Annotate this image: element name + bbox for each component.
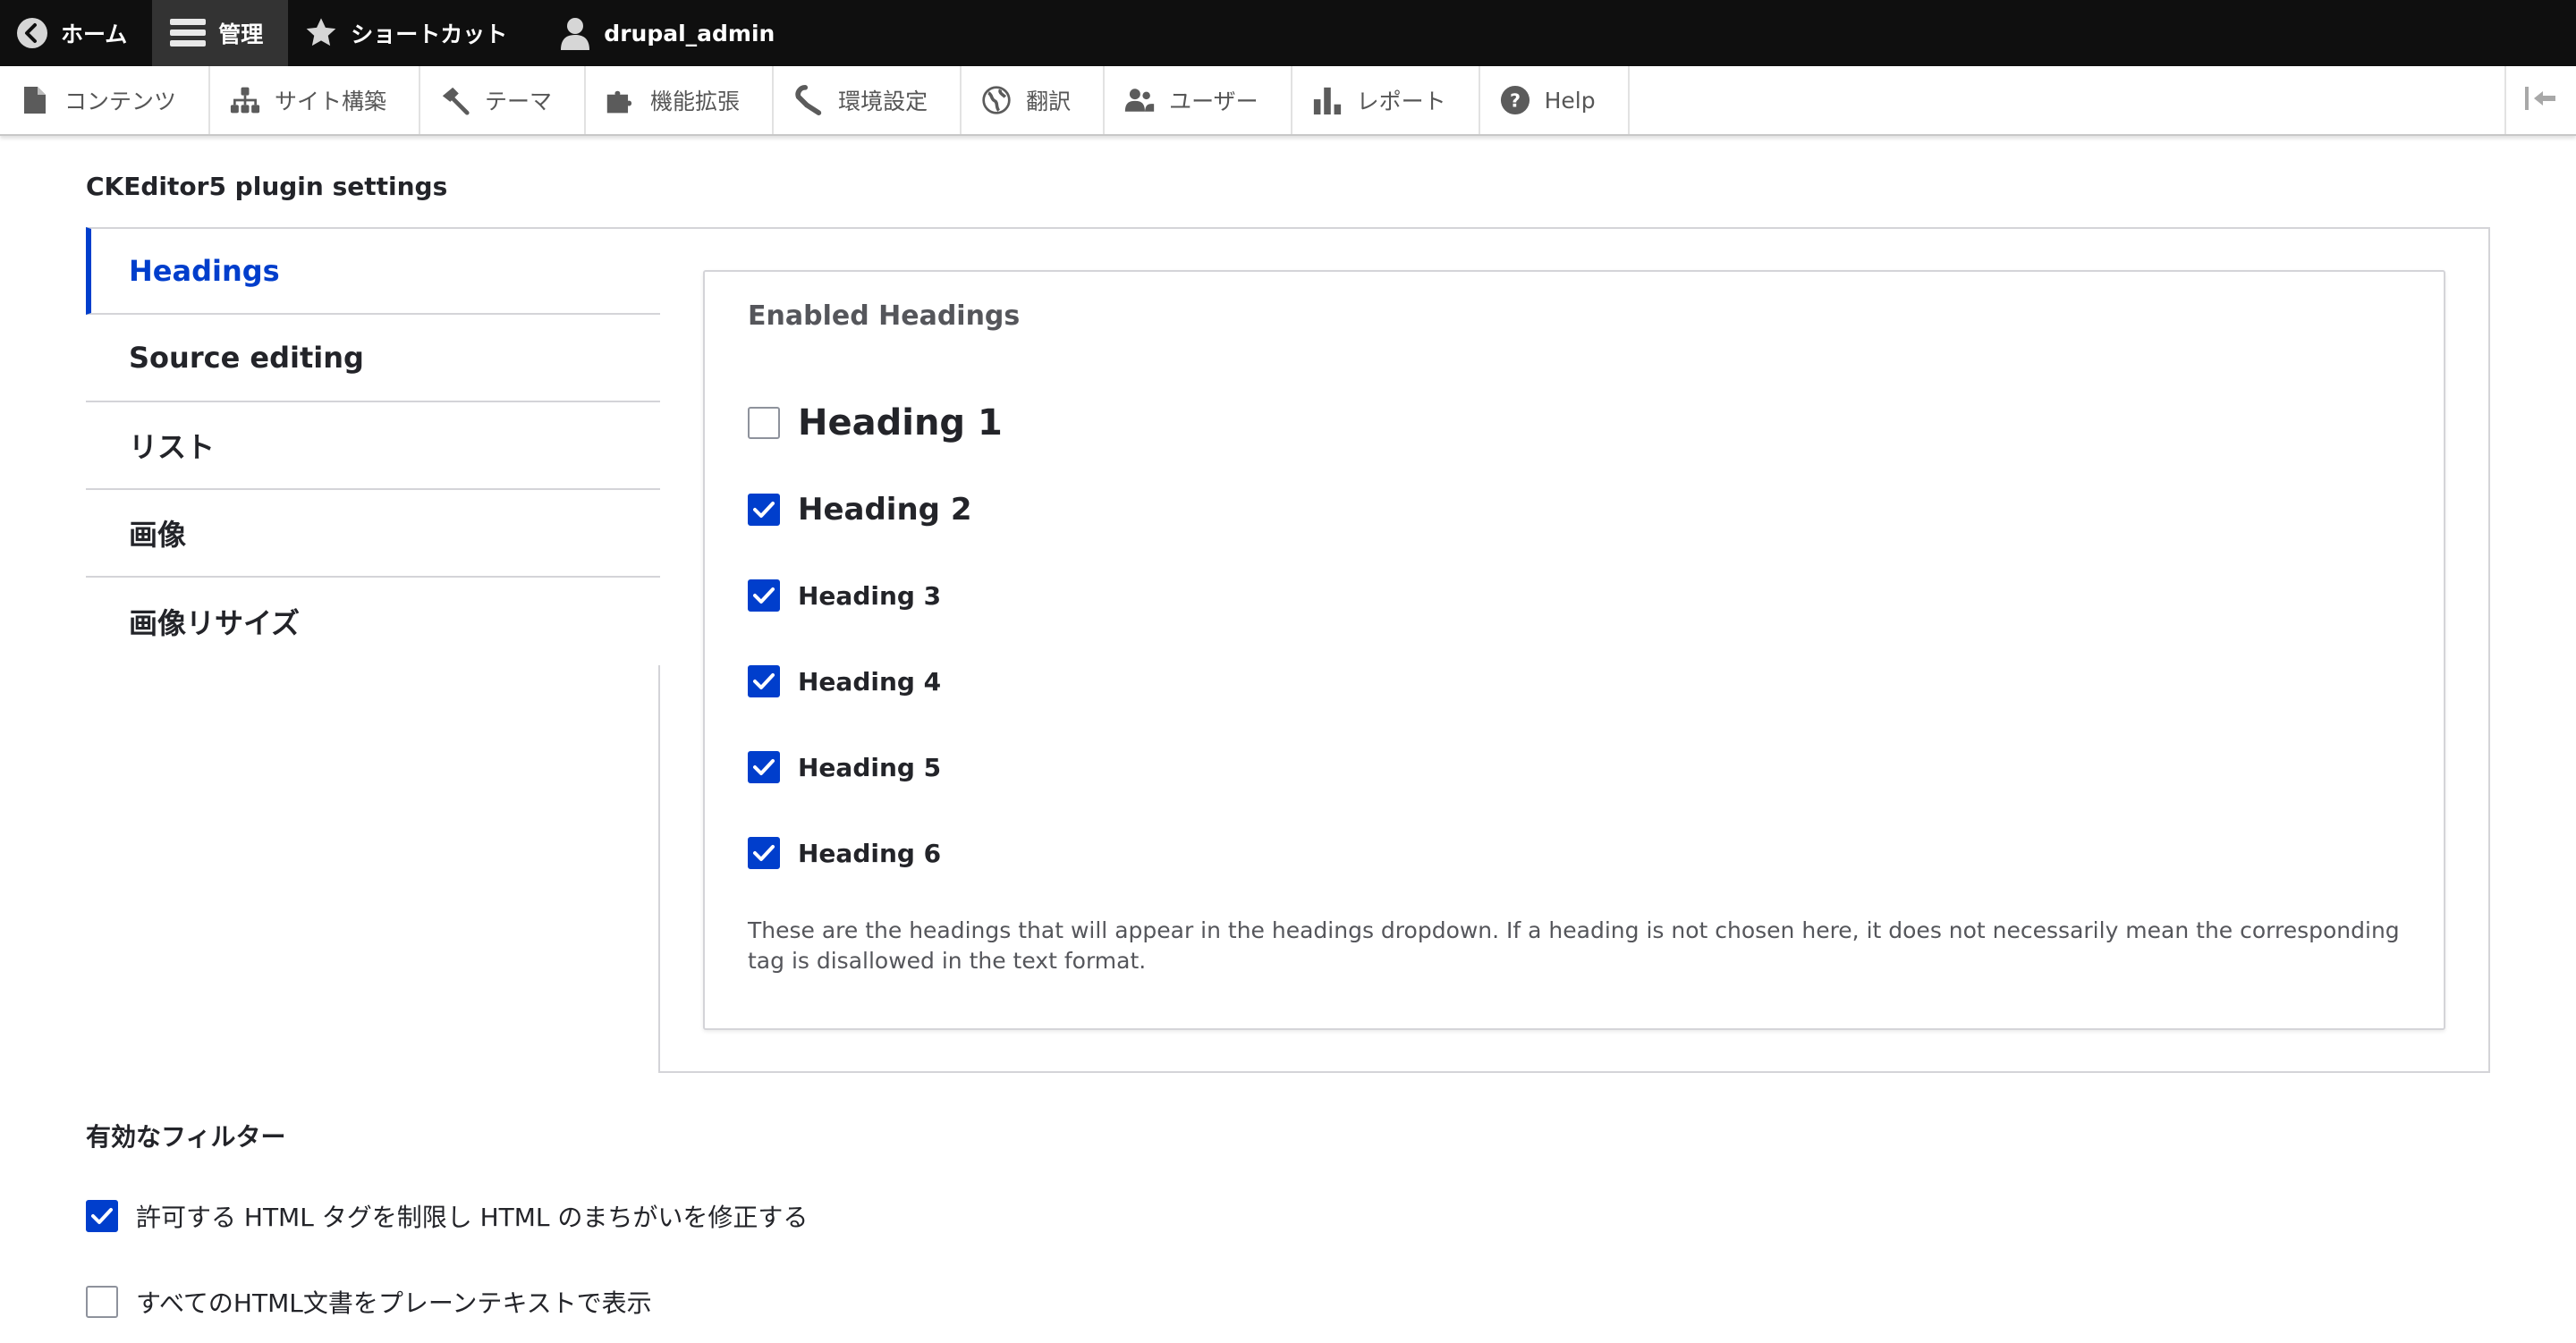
admin-tray: コンテンツ サイト構築 テーマ 機能拡張 環境設定 翻訳 ユーザー レポート ?…	[0, 66, 2576, 136]
heading-option-label: Heading 2	[798, 492, 972, 528]
tray-item-label: ユーザー	[1169, 89, 1258, 114]
tray-orientation-toggle[interactable]	[2504, 66, 2576, 134]
heading-option[interactable]: Heading 4	[748, 665, 941, 697]
toolbar-shortcuts[interactable]: ショートカット	[288, 0, 532, 66]
heading-option-label: Heading 4	[798, 666, 942, 697]
toolbar-home[interactable]: ホーム	[0, 0, 152, 66]
help-icon: ?	[1500, 85, 1530, 115]
heading-5-checkbox[interactable]	[748, 751, 780, 783]
heading-option-label: Heading 1	[798, 402, 1003, 443]
admin-toolbar: ホーム 管理 ショートカット drupal_admin	[0, 0, 2576, 66]
tab-image[interactable]: 画像	[86, 490, 660, 578]
checkmark-icon	[753, 502, 775, 518]
enabled-headings-fieldset: Enabled Headings Heading 1 Heading 2 Hea…	[703, 270, 2445, 1030]
tray-item-label: テーマ	[485, 89, 553, 114]
heading-2-checkbox[interactable]	[748, 494, 780, 526]
heading-option-label: Heading 5	[798, 752, 942, 782]
tray-item-label: 環境設定	[838, 89, 928, 114]
headings-description: These are the headings that will appear …	[748, 917, 2400, 974]
filter-plaintext-checkbox[interactable]	[86, 1286, 118, 1318]
tray-item-config[interactable]: 環境設定	[774, 66, 962, 134]
filter-option[interactable]: 許可する HTML タグを制限し HTML のまちがいを修正する	[86, 1198, 808, 1234]
checkmark-icon	[753, 587, 775, 604]
puzzle-icon	[606, 85, 636, 115]
tray-item-structure[interactable]: サイト構築	[210, 66, 421, 134]
filter-option-label: 許可する HTML タグを制限し HTML のまちがいを修正する	[136, 1203, 809, 1232]
plugin-settings-title: CKEditor5 plugin settings	[86, 172, 448, 201]
people-icon	[1124, 85, 1155, 115]
tray-item-label: レポート	[1356, 89, 1446, 114]
checkmark-icon	[753, 673, 775, 689]
heading-1-checkbox[interactable]	[748, 407, 780, 439]
checkmark-icon	[753, 845, 775, 861]
toolbar-home-label: ホーム	[61, 21, 128, 47]
tray-item-translate[interactable]: 翻訳	[962, 66, 1106, 134]
toolbar-user[interactable]: drupal_admin	[532, 0, 800, 66]
toolbar-shortcuts-label: ショートカット	[351, 21, 508, 47]
heading-option[interactable]: Heading 3	[748, 579, 941, 612]
filter-html-checkbox[interactable]	[86, 1200, 118, 1232]
checkmark-icon	[91, 1208, 113, 1224]
menu-icon	[170, 17, 207, 49]
tab-headings[interactable]: Headings	[86, 227, 660, 315]
tray-item-label: Help	[1544, 87, 1596, 114]
tray-item-reports[interactable]: レポート	[1292, 66, 1480, 134]
heading-option[interactable]: Heading 2	[748, 492, 972, 528]
heading-6-checkbox[interactable]	[748, 837, 780, 869]
back-arrow-icon	[16, 17, 48, 49]
tab-list[interactable]: リスト	[86, 402, 660, 490]
enabled-filters-title: 有効なフィルター	[86, 1122, 286, 1152]
filter-option-label: すべてのHTML文書をプレーンテキストで表示	[136, 1288, 652, 1318]
tray-item-content[interactable]: コンテンツ	[0, 66, 211, 134]
tray-item-help[interactable]: ? Help	[1480, 66, 1630, 134]
star-icon	[304, 16, 338, 50]
tray-item-extend[interactable]: 機能拡張	[586, 66, 775, 134]
wrench-icon	[793, 85, 824, 115]
heading-option[interactable]: Heading 5	[748, 751, 941, 783]
tray-item-label: コンテンツ	[64, 89, 177, 114]
file-icon	[20, 85, 50, 115]
heading-option[interactable]: Heading 1	[748, 402, 1003, 443]
heading-option[interactable]: Heading 6	[748, 837, 941, 869]
tab-image-resize[interactable]: 画像リサイズ	[86, 578, 660, 665]
heading-option-label: Heading 6	[798, 838, 942, 868]
paintbrush-icon	[440, 85, 470, 115]
filter-option[interactable]: すべてのHTML文書をプレーンテキストで表示	[86, 1284, 652, 1320]
heading-option-label: Heading 3	[798, 580, 942, 611]
svg-text:?: ?	[1510, 90, 1521, 112]
heading-4-checkbox[interactable]	[748, 665, 780, 697]
tab-source-editing[interactable]: Source editing	[86, 315, 660, 402]
tray-item-label: サイト構築	[275, 89, 387, 114]
heading-3-checkbox[interactable]	[748, 579, 780, 612]
sitemap-icon	[230, 85, 260, 115]
enabled-headings-legend: Enabled Headings	[748, 300, 1021, 332]
collapse-arrow-icon	[2523, 85, 2559, 115]
tray-item-appearance[interactable]: テーマ	[420, 66, 587, 134]
user-icon	[559, 16, 591, 50]
tray-item-label: 機能拡張	[650, 89, 741, 114]
toolbar-manage[interactable]: 管理	[152, 0, 289, 66]
globe-icon	[981, 85, 1012, 115]
tray-item-people[interactable]: ユーザー	[1105, 66, 1292, 134]
toolbar-user-label: drupal_admin	[604, 20, 775, 46]
toolbar-manage-label: 管理	[218, 21, 264, 47]
checkmark-icon	[753, 759, 775, 775]
vertical-tabs: Headings Source editing リスト 画像 画像リサイズ	[86, 227, 660, 665]
tray-item-label: 翻訳	[1026, 89, 1072, 114]
bar-chart-icon	[1312, 85, 1343, 115]
